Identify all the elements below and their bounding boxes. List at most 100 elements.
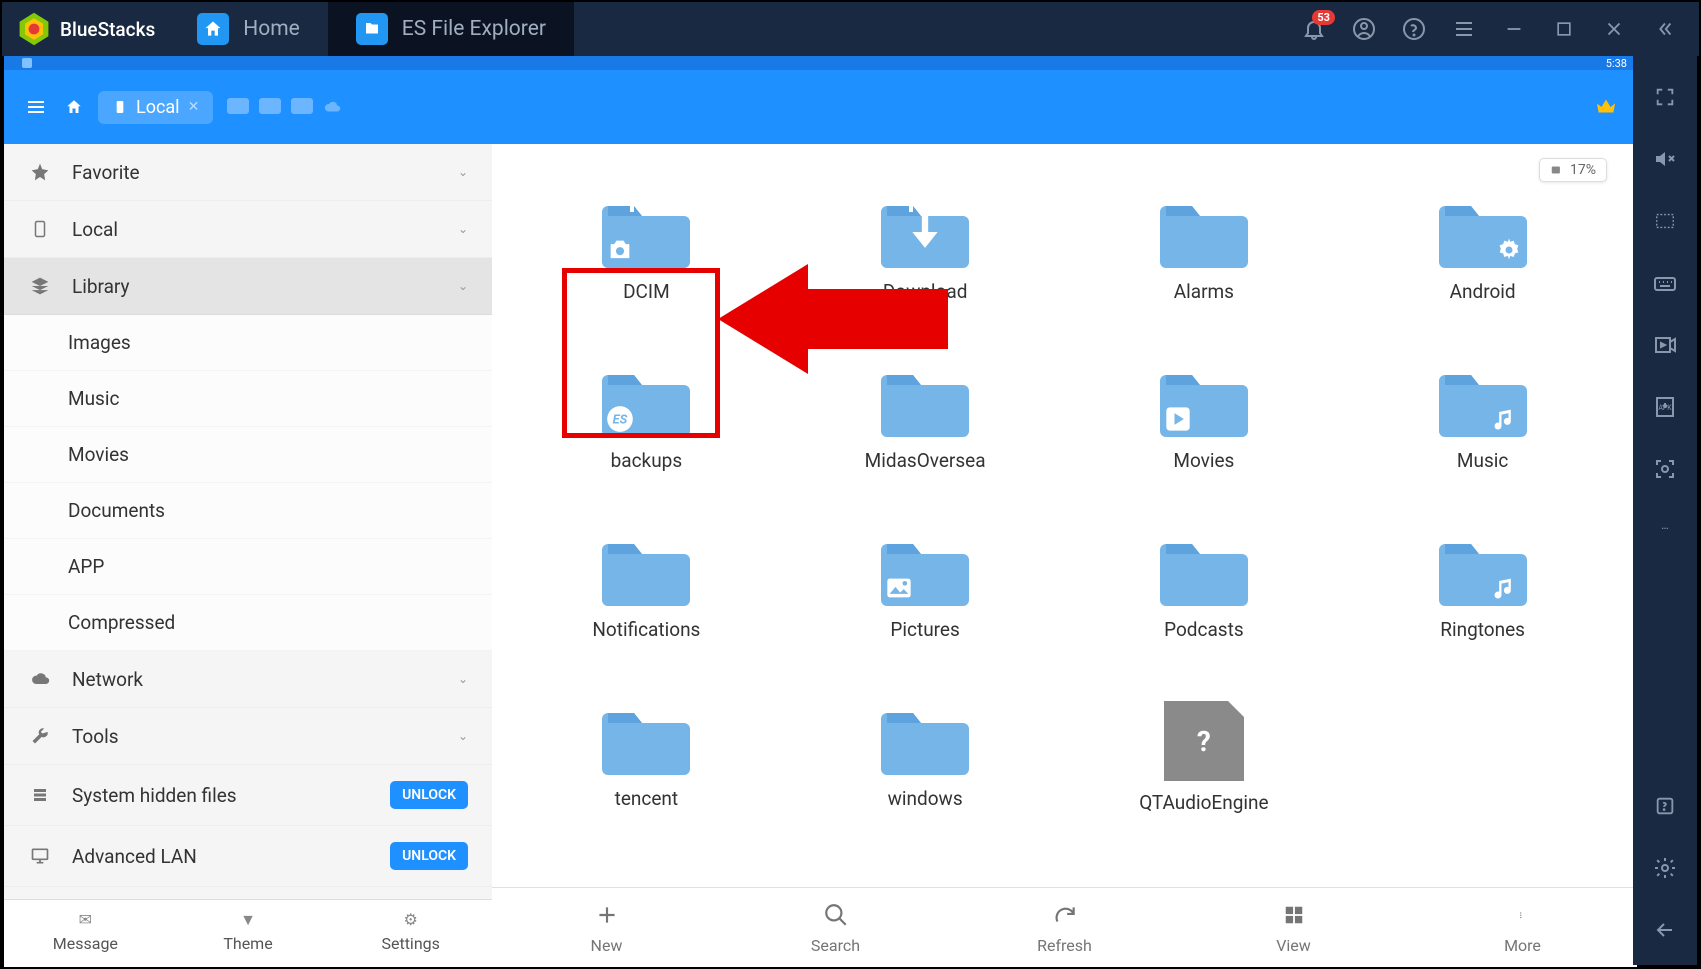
android-status-bar: 5:38 xyxy=(4,56,1637,70)
es-inactive-tabs[interactable] xyxy=(227,98,341,116)
folder-label: Movies xyxy=(1173,449,1234,472)
sidebar-item-music[interactable]: Music xyxy=(4,371,492,427)
tab-label: Home xyxy=(243,17,300,41)
maximize-button[interactable] xyxy=(1549,14,1579,44)
play-icon xyxy=(1164,405,1192,433)
search-button[interactable]: Search xyxy=(721,888,950,967)
folder-android[interactable]: Android xyxy=(1413,194,1553,303)
sidebar-item-compressed[interactable]: Compressed xyxy=(4,595,492,651)
sidebar-item-documents[interactable]: Documents xyxy=(4,483,492,539)
new-button[interactable]: New xyxy=(492,888,721,967)
sidebar-item-favorite[interactable]: Favorite⌄ xyxy=(4,144,492,201)
sidebar-theme-button[interactable]: ▼Theme xyxy=(167,900,330,967)
collapse-rail-button[interactable] xyxy=(1649,14,1679,44)
sidebar-bottom: ✉Message ▼Theme ⚙Settings xyxy=(4,899,492,967)
folder-qtaudioengine[interactable]: ?QTAudioEngine xyxy=(1134,701,1274,814)
wrench-icon xyxy=(28,724,52,748)
folder-label: Music xyxy=(1457,449,1508,472)
es-tab-local[interactable]: Local ✕ xyxy=(98,91,213,124)
volume-mute-button[interactable] xyxy=(1650,144,1680,174)
rail-settings-button[interactable] xyxy=(1650,853,1680,883)
tab-home[interactable]: Home xyxy=(169,2,328,56)
folder-ringtones[interactable]: Ringtones xyxy=(1413,532,1553,641)
menu-button[interactable] xyxy=(1449,14,1479,44)
folder-dcim[interactable]: DCIM xyxy=(576,194,716,303)
folder-label: Notifications xyxy=(592,618,700,641)
chevron-down-icon: ⌄ xyxy=(458,279,468,293)
minimize-button[interactable] xyxy=(1499,14,1529,44)
status-app-indicator xyxy=(22,58,32,68)
svg-text:ES: ES xyxy=(613,413,628,428)
hamburger-icon[interactable] xyxy=(22,93,50,121)
keymap-button[interactable] xyxy=(1650,206,1680,236)
es-sidebar: Favorite⌄ Local ⌄ Library ⌄ Images MusicMovies… xyxy=(4,144,492,967)
folder-pictures[interactable]: Pictures xyxy=(855,532,995,641)
more-button[interactable]: More xyxy=(1408,888,1637,967)
sidebar-item-label: Network xyxy=(72,668,143,691)
plus-icon xyxy=(594,900,620,930)
sidebar-item-library[interactable]: Library ⌄ xyxy=(4,258,492,315)
refresh-button[interactable]: Refresh xyxy=(950,888,1179,967)
sidebar-item-tools[interactable]: Tools⌄ xyxy=(4,708,492,765)
unlock-button[interactable]: UNLOCK xyxy=(390,842,468,870)
es-content: 17% DCIM Download Alarms Android ESbackups Mi… xyxy=(492,144,1637,967)
sidebar-item-label: Library xyxy=(72,275,130,298)
sidebar-item-app[interactable]: APP xyxy=(4,539,492,595)
fullscreen-button[interactable] xyxy=(1650,82,1680,112)
sidebar-item-network[interactable]: Network⌄ xyxy=(4,651,492,708)
folder-label: Download xyxy=(883,280,968,303)
storage-meter[interactable]: 17% xyxy=(1539,158,1607,182)
sidebar-item-movies[interactable]: Movies xyxy=(4,427,492,483)
install-apk-button[interactable]: APK xyxy=(1650,392,1680,422)
folder-windows[interactable]: windows xyxy=(855,701,995,814)
keyboard-button[interactable] xyxy=(1650,268,1680,298)
sidebar-message-button[interactable]: ✉Message xyxy=(4,900,167,967)
rail-help-button[interactable] xyxy=(1650,791,1680,821)
more-rail-button[interactable] xyxy=(1650,516,1680,546)
sidebar-item-label: Compressed xyxy=(68,611,175,634)
es-bottom-bar: New Search Refresh View More xyxy=(492,887,1637,967)
folder-icon xyxy=(1437,532,1529,608)
folder-grid: DCIM Download Alarms Android ESbackups MidasO… xyxy=(492,144,1637,834)
folder-label: MidasOversea xyxy=(865,449,986,472)
folder-download[interactable]: Download xyxy=(855,194,995,303)
screenshot-button[interactable] xyxy=(1650,454,1680,484)
sidebar-item-local[interactable]: Local ⌄ xyxy=(4,201,492,258)
sidebar-item-label: Local xyxy=(72,218,118,241)
android-app-area: 5:38 Local ✕ Favorite⌄ Local ⌄ Library ⌄ Imag… xyxy=(4,56,1637,967)
es-home-icon[interactable] xyxy=(64,97,84,117)
account-button[interactable] xyxy=(1349,14,1379,44)
more-icon xyxy=(1520,900,1526,930)
folder-midasoversea[interactable]: MidasOversea xyxy=(855,363,995,472)
folder-tencent[interactable]: tencent xyxy=(576,701,716,814)
crown-icon[interactable] xyxy=(1593,94,1619,120)
view-button[interactable]: View xyxy=(1179,888,1408,967)
sidebar-item-advanced-lan[interactable]: Advanced LAN UNLOCK xyxy=(4,826,492,887)
sidebar-item-system-hidden-files[interactable]: System hidden filesUNLOCK xyxy=(4,765,492,826)
unlock-button[interactable]: UNLOCK xyxy=(390,781,468,809)
close-button[interactable] xyxy=(1599,14,1629,44)
help-button[interactable] xyxy=(1399,14,1429,44)
folder-icon xyxy=(600,194,692,270)
close-icon[interactable]: ✕ xyxy=(188,99,200,115)
folder-label: QTAudioEngine xyxy=(1139,791,1268,814)
notifications-button[interactable]: 53 xyxy=(1299,14,1329,44)
sidebar-settings-button[interactable]: ⚙Settings xyxy=(329,900,492,967)
folder-music[interactable]: Music xyxy=(1413,363,1553,472)
folder-label: DCIM xyxy=(623,280,670,303)
bluestacks-logo-icon xyxy=(16,11,52,47)
sidebar-item-label: Images xyxy=(68,331,131,354)
folder-backups[interactable]: ESbackups xyxy=(576,363,716,472)
folder-movies[interactable]: Movies xyxy=(1134,363,1274,472)
folder-alarms[interactable]: Alarms xyxy=(1134,194,1274,303)
tab-es-file-explorer[interactable]: ES File Explorer xyxy=(328,2,574,56)
back-button[interactable] xyxy=(1650,915,1680,945)
folder-notifications[interactable]: Notifications xyxy=(576,532,716,641)
sidebar-item-label: Advanced LAN xyxy=(72,845,197,868)
bluestacks-brand-label: BlueStacks xyxy=(60,18,155,41)
folder-podcasts[interactable]: Podcasts xyxy=(1134,532,1274,641)
chevron-down-icon: ⌄ xyxy=(458,222,468,236)
sidebar-item-images[interactable]: Images xyxy=(4,315,492,371)
folder-label: Android xyxy=(1450,280,1516,303)
media-button[interactable] xyxy=(1650,330,1680,360)
